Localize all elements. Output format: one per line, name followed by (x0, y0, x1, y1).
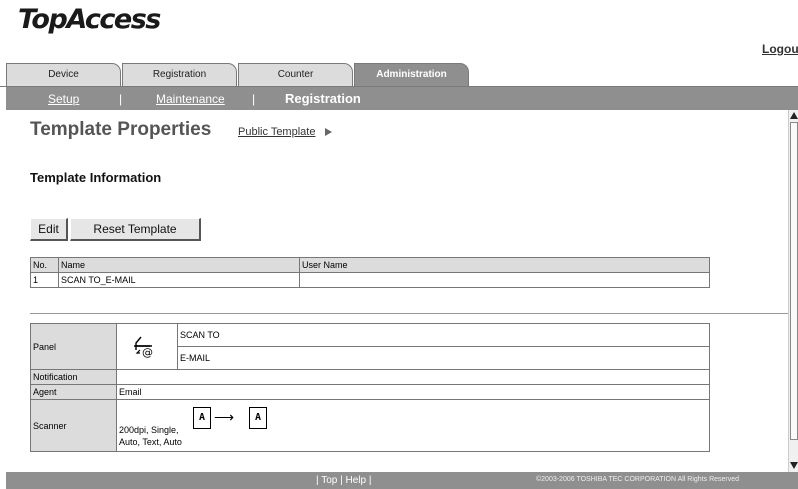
table-header-row: No. Name User Name (30, 257, 710, 273)
notification-label: Notification (30, 369, 117, 385)
scroll-up-icon[interactable] (790, 112, 798, 119)
copyright-text: ©2003-2006 TOSHIBA TEC CORPORATION All R… (536, 476, 740, 483)
public-template-link[interactable]: Public Template (238, 126, 315, 138)
arrow-right-icon (325, 128, 332, 136)
scanner-settings-line-1: 200dpi, Single, (119, 424, 179, 435)
table-row: 1 SCAN TO_E-MAIL (30, 272, 710, 288)
cell-user-name (299, 272, 710, 288)
main-content: Template Properties Public Template Temp… (6, 110, 788, 472)
agent-value: Email (116, 384, 710, 400)
panel-label: Panel (30, 323, 117, 370)
column-header-user-name: User Name (299, 257, 710, 273)
tab-counter[interactable]: Counter (238, 63, 353, 87)
single-to-single-icon: A ⟶ A (191, 405, 276, 433)
scanner-row: Scanner 200dpi, Single, Auto, Text, Auto… (30, 399, 710, 452)
tab-registration[interactable]: Registration (122, 63, 237, 87)
output-page-icon: A (249, 406, 267, 429)
subnav-current-registration: Registration (285, 91, 361, 106)
scan-to-email-icon: @ (134, 336, 153, 358)
footer-top-link[interactable]: Top (321, 475, 340, 486)
agent-row: Agent Email (30, 384, 710, 400)
subnav-maintenance-link[interactable]: Maintenance (156, 92, 225, 106)
cell-name: SCAN TO_E-MAIL (58, 272, 300, 288)
tab-administration[interactable]: Administration (354, 63, 469, 87)
tab-device[interactable]: Device (6, 63, 121, 87)
section-title: Template Information (30, 170, 162, 185)
template-detail-table: Panel @ SCAN TO E-MAIL Notification Agen… (30, 323, 710, 452)
topaccess-logo: TopAccess (18, 4, 161, 35)
scroll-down-icon[interactable] (790, 462, 798, 469)
original-page-icon: A (193, 406, 211, 429)
notification-value (116, 369, 710, 385)
scanner-label: Scanner (30, 399, 117, 452)
subnav-setup-link[interactable]: Setup (48, 92, 79, 106)
reset-template-button[interactable]: Reset Template (70, 218, 201, 241)
column-header-no: No. (30, 257, 59, 273)
scanner-settings-line-2: Auto, Text, Auto (119, 436, 182, 447)
vertical-scrollbar[interactable] (788, 110, 798, 472)
notification-row: Notification (30, 369, 710, 385)
sub-navigation: Setup | Maintenance | Registration (6, 87, 798, 110)
footer-links: | Top | Help | (316, 475, 371, 486)
scroll-thumb[interactable] (790, 122, 798, 440)
cell-no: 1 (30, 272, 59, 288)
logout-link[interactable]: Logou (762, 42, 798, 56)
panel-row: Panel @ SCAN TO (30, 323, 710, 370)
arrow-icon: ⟶ (214, 408, 235, 425)
subnav-separator: | (252, 92, 256, 106)
svg-text:@: @ (142, 346, 153, 358)
panel-line-2: E-MAIL (177, 346, 710, 370)
footer-help-link[interactable]: Help (346, 475, 369, 486)
template-info-table: No. Name User Name 1 SCAN TO_E-MAIL (30, 257, 710, 288)
agent-label: Agent (30, 384, 117, 400)
subnav-separator: | (119, 92, 123, 106)
edit-button[interactable]: Edit (30, 218, 68, 241)
panel-line-1: SCAN TO (177, 323, 710, 347)
column-header-name: Name (58, 257, 300, 273)
footer-separator: | (368, 475, 372, 486)
main-tabs: Device Registration Counter Administrati… (6, 63, 798, 87)
divider (30, 313, 788, 314)
page-title: Template Properties (30, 119, 212, 140)
panel-icon-cell: @ (116, 323, 178, 370)
scanner-value: 200dpi, Single, Auto, Text, Auto A ⟶ A (116, 399, 710, 452)
footer: | Top | Help | ©2003-2006 TOSHIBA TEC CO… (6, 472, 798, 489)
